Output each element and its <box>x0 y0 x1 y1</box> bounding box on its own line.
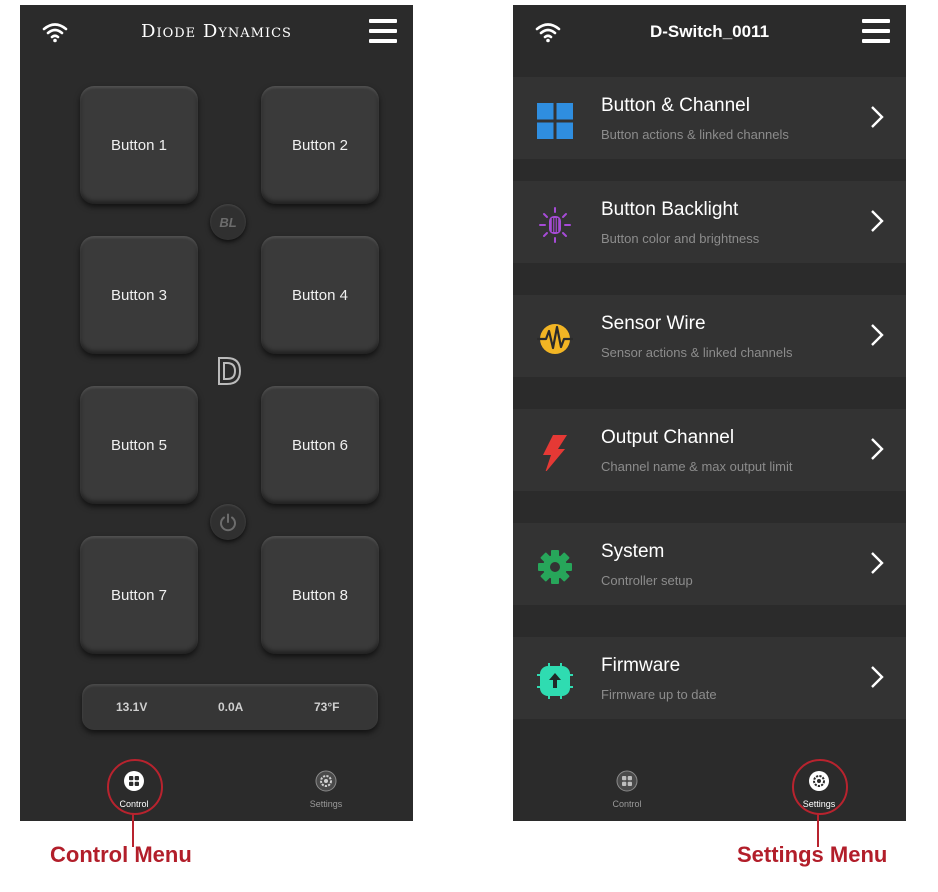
voltage-readout: 13.1V <box>116 700 148 714</box>
control-top-bar: Diode Dynamics <box>20 5 413 61</box>
control-button-7[interactable]: Button 7 <box>80 536 198 654</box>
chevron-right-icon <box>871 324 884 346</box>
row-title: Button & Channel <box>601 95 750 116</box>
control-button-4[interactable]: Button 4 <box>261 236 379 354</box>
row-title: Output Channel <box>601 427 735 448</box>
settings-row-sensor-wire[interactable]: Sensor Wire Sensor actions & linked chan… <box>513 295 906 377</box>
button-label: Button 6 <box>292 436 348 454</box>
row-title: Firmware <box>601 655 681 676</box>
row-title: Sensor Wire <box>601 313 706 334</box>
button-label: Button 4 <box>292 286 348 304</box>
nav-control-tab[interactable]: Control <box>597 770 657 809</box>
control-highlight-ring <box>107 759 163 815</box>
settings-screen: D-Switch_0011 Button & Channel Button ac… <box>513 5 906 821</box>
power-icon <box>220 513 236 532</box>
row-subtitle: Channel name & max output limit <box>601 459 793 474</box>
chevron-right-icon <box>871 666 884 688</box>
row-title: Button Backlight <box>601 199 739 220</box>
settings-menu-caption: Settings Menu <box>737 842 888 867</box>
control-button-3[interactable]: Button 3 <box>80 236 198 354</box>
status-bar: 13.1V 0.0A 73°F <box>82 684 378 730</box>
settings-top-bar: D-Switch_0011 <box>513 5 906 61</box>
settings-row-output-channel[interactable]: Output Channel Channel name & max output… <box>513 409 906 491</box>
sensor-wave-icon <box>537 324 573 354</box>
button-label: Button 1 <box>111 136 167 154</box>
settings-row-button-channel[interactable]: Button & Channel Button actions & linked… <box>513 77 906 159</box>
settings-row-button-backlight[interactable]: Button Backlight Button color and bright… <box>513 181 906 263</box>
settings-gear-icon <box>315 770 337 792</box>
control-button-6[interactable]: Button 6 <box>261 386 379 504</box>
current-readout: 0.0A <box>218 700 244 714</box>
row-subtitle: Firmware up to date <box>601 687 717 702</box>
button-label: Button 3 <box>111 286 167 304</box>
nav-settings-label: Settings <box>309 799 343 809</box>
control-button-5[interactable]: Button 5 <box>80 386 198 504</box>
control-menu-caption: Control Menu <box>50 842 192 867</box>
control-screen: Diode Dynamics Button 1 Button 2 Button … <box>20 5 413 821</box>
settings-row-system[interactable]: System Controller setup <box>513 523 906 605</box>
chevron-right-icon <box>871 106 884 128</box>
backlight-icon <box>539 207 571 243</box>
button-label: Button 7 <box>111 586 167 604</box>
row-subtitle: Button color and brightness <box>601 231 760 246</box>
backlight-button[interactable]: BL <box>210 204 246 240</box>
diode-d-logo <box>218 357 242 385</box>
gear-icon <box>538 550 572 584</box>
button-label: Button 5 <box>111 436 167 454</box>
hamburger-menu-icon[interactable] <box>862 19 890 45</box>
row-subtitle: Controller setup <box>601 573 693 588</box>
settings-row-firmware[interactable]: Firmware Firmware up to date <box>513 637 906 719</box>
control-button-8[interactable]: Button 8 <box>261 536 379 654</box>
control-button-1[interactable]: Button 1 <box>80 86 198 204</box>
nav-control-label: Control <box>612 799 642 809</box>
firmware-upload-icon <box>537 663 573 699</box>
control-button-2[interactable]: Button 2 <box>261 86 379 204</box>
temperature-readout: 73°F <box>314 700 340 714</box>
hamburger-menu-icon[interactable] <box>369 19 397 45</box>
row-subtitle: Sensor actions & linked channels <box>601 345 793 360</box>
row-title: System <box>601 541 665 562</box>
chevron-right-icon <box>871 438 884 460</box>
control-grid-icon <box>616 770 638 792</box>
backlight-label: BL <box>219 214 237 230</box>
nav-settings-tab[interactable]: Settings <box>296 770 356 809</box>
button-label: Button 8 <box>292 586 348 604</box>
brand-title: Diode Dynamics <box>141 21 292 42</box>
device-title: D-Switch_0011 <box>649 22 770 41</box>
grid-icon <box>537 103 573 139</box>
button-label: Button 2 <box>292 136 348 154</box>
row-subtitle: Button actions & linked channels <box>601 127 789 142</box>
chevron-right-icon <box>871 552 884 574</box>
power-button[interactable] <box>210 504 246 540</box>
settings-highlight-ring <box>792 759 848 815</box>
lightning-icon <box>543 435 567 471</box>
chevron-right-icon <box>871 210 884 232</box>
